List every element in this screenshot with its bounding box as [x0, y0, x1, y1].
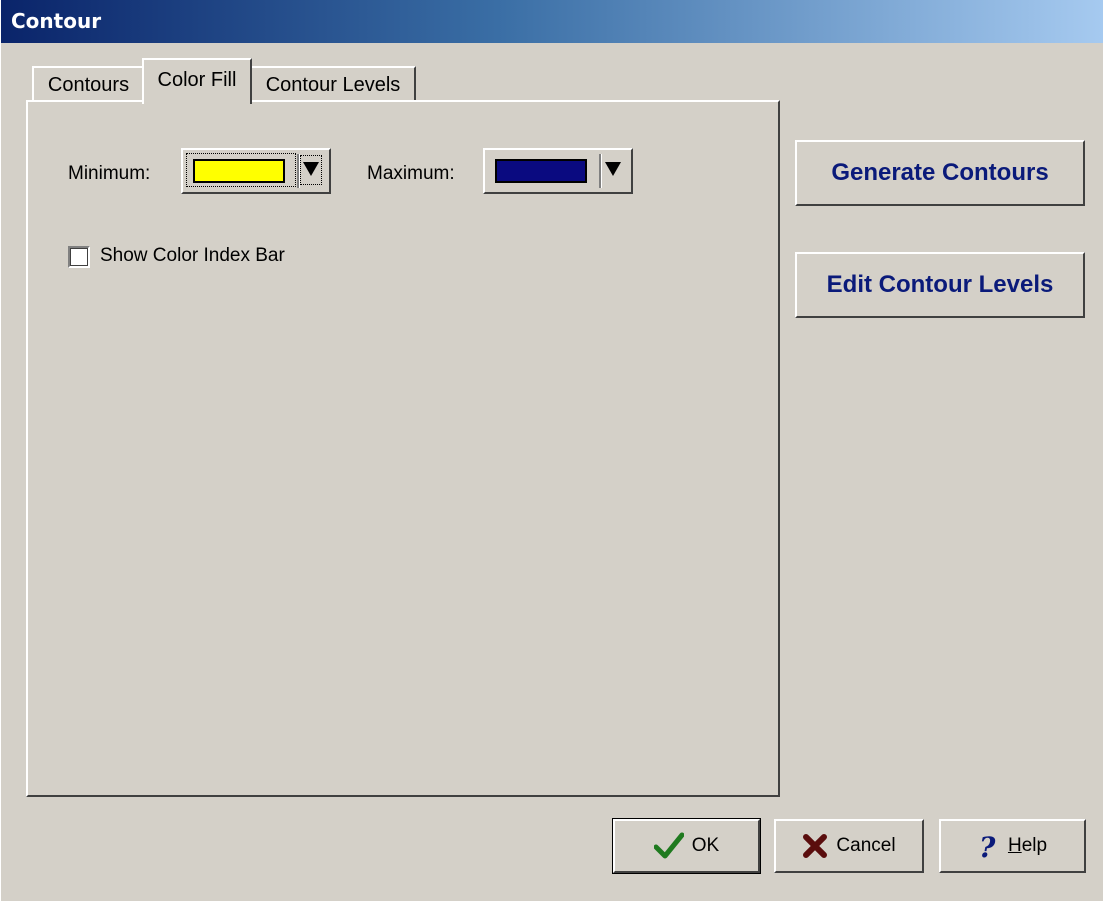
maximum-color-swatch: [495, 159, 587, 183]
show-color-index-bar-label[interactable]: Show Color Index Bar: [100, 245, 285, 267]
question-icon: ?: [979, 832, 996, 860]
tab-label: Color Fill: [157, 69, 237, 91]
divider: [599, 154, 602, 188]
minimum-color-picker[interactable]: [181, 148, 331, 194]
ok-button[interactable]: OK: [612, 818, 761, 874]
triangle-down-icon[interactable]: [303, 162, 319, 176]
x-icon: [803, 834, 828, 858]
minimum-color-swatch: [193, 159, 285, 183]
maximum-label: Maximum:: [367, 163, 455, 184]
tab-contour-levels[interactable]: Contour Levels: [250, 66, 416, 102]
help-label: Help: [1007, 835, 1048, 856]
help-button[interactable]: ? Help: [939, 819, 1086, 873]
window-title: Contour: [11, 9, 102, 33]
cancel-label: Cancel: [836, 835, 896, 856]
tab-label: Contours: [47, 74, 130, 96]
minimum-label: Minimum:: [68, 163, 151, 184]
generate-contours-button[interactable]: Generate Contours: [795, 140, 1085, 206]
title-bar[interactable]: Contour: [1, 0, 1103, 43]
color-fill-panel: Minimum: Maximum: Show Color Index Bar: [26, 100, 780, 797]
tab-contours[interactable]: Contours: [32, 66, 145, 102]
tab-color-fill[interactable]: Color Fill: [142, 58, 252, 104]
edit-contour-levels-button[interactable]: Edit Contour Levels: [795, 252, 1085, 318]
tab-label: Contour Levels: [265, 74, 401, 96]
maximum-color-picker[interactable]: [483, 148, 633, 194]
check-icon: [653, 832, 684, 859]
svg-text:?: ?: [979, 832, 996, 860]
cancel-button[interactable]: Cancel: [774, 819, 924, 873]
contour-dialog: Contour Contours Color Fill Contour Leve…: [0, 0, 1103, 901]
ok-label: OK: [691, 835, 720, 856]
triangle-down-icon[interactable]: [605, 162, 621, 176]
show-color-index-bar-checkbox[interactable]: [68, 246, 90, 268]
